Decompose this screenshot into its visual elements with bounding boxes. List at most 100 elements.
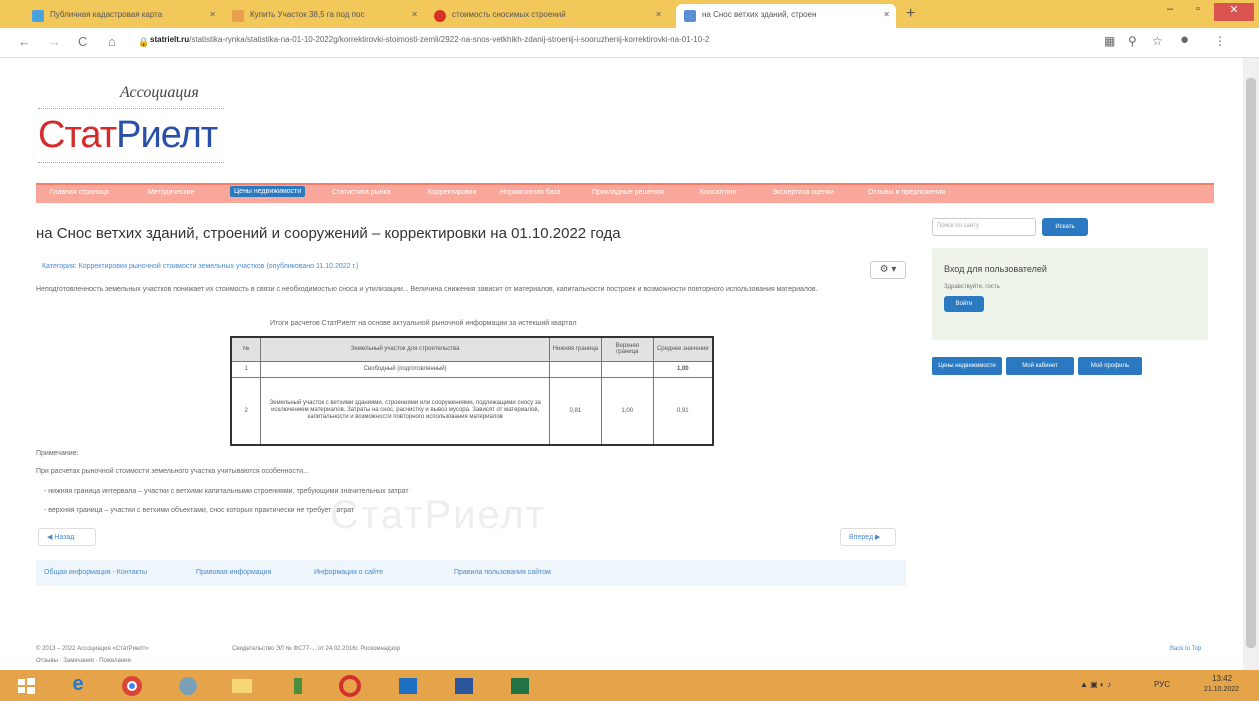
logo-divider bbox=[38, 162, 224, 166]
table-cell: 1,00 bbox=[600, 376, 654, 446]
footer-link[interactable]: Общая информация - Контакты bbox=[44, 569, 147, 576]
footer-link[interactable]: Правила пользования сайтом bbox=[454, 569, 551, 576]
prev-button[interactable]: ◀ Назад bbox=[38, 528, 96, 546]
column-header: Верхняя граница bbox=[600, 336, 654, 362]
footer-link[interactable]: Правовая информация bbox=[196, 569, 271, 576]
table-cell bbox=[600, 360, 654, 378]
site-logo[interactable]: СтатРиелт bbox=[38, 114, 218, 157]
watermark-logo: СтатРиелт bbox=[330, 493, 547, 537]
menu-item[interactable]: Нормативная база bbox=[500, 189, 561, 196]
back-button[interactable]: ← bbox=[18, 34, 31, 49]
logo-divider bbox=[38, 108, 224, 112]
table-cell: 0,81 bbox=[548, 376, 602, 446]
chrome-icon[interactable] bbox=[112, 673, 152, 699]
search-button[interactable]: Искать bbox=[1042, 218, 1088, 236]
close-tab-icon[interactable]: ✕ bbox=[209, 10, 216, 19]
close-window-button[interactable]: ✕ bbox=[1214, 3, 1254, 21]
browser-tab-bar: Публичная кадастровая карта ✕ Купить Уча… bbox=[0, 0, 1259, 28]
table-cell bbox=[548, 360, 602, 378]
menu-item[interactable]: Главная страница bbox=[50, 189, 109, 196]
table-cell: Свободный (подготовленный) bbox=[260, 360, 550, 378]
zoom-icon[interactable]: ⚲ bbox=[1128, 34, 1137, 48]
windows-start-icon[interactable] bbox=[6, 673, 46, 699]
sidebar-button-prices[interactable]: Цены недвижимости bbox=[932, 357, 1002, 375]
app-icon[interactable] bbox=[278, 673, 318, 699]
table-caption: Итоги расчетов СтатРиелт на основе актуа… bbox=[270, 320, 577, 327]
footer-link[interactable]: Информация о сайте bbox=[314, 569, 383, 576]
forward-button[interactable]: → bbox=[48, 34, 61, 49]
note-title: Примечание: bbox=[36, 450, 79, 457]
browser-tab[interactable]: Публичная кадастровая карта ✕ bbox=[24, 4, 222, 28]
language-indicator[interactable]: РУС bbox=[1154, 680, 1170, 689]
sidebar-button-profile[interactable]: Мой профиль bbox=[1078, 357, 1142, 375]
back-to-top-link[interactable]: Back to Top bbox=[1170, 646, 1201, 652]
close-tab-icon[interactable]: ✕ bbox=[655, 10, 662, 19]
article-tools-button[interactable]: ⚙ ▾ bbox=[870, 261, 906, 279]
clock-date[interactable]: 21.10.2022 bbox=[1204, 686, 1239, 693]
apps-icon[interactable]: ▦ bbox=[1104, 34, 1115, 48]
table-cell: 2 bbox=[230, 376, 262, 446]
intro-paragraph: Неподготовленность земельных участков по… bbox=[36, 286, 818, 293]
url-field[interactable]: statrielt.ru/statistika-rynka/statistika… bbox=[150, 35, 1030, 51]
menu-item[interactable]: Консалтинг bbox=[700, 189, 737, 196]
table-cell: Земельный участок с ветхими зданиями, ст… bbox=[260, 376, 550, 446]
word-icon[interactable] bbox=[444, 673, 484, 699]
page-title: на Снос ветхих зданий, строений и сооруж… bbox=[36, 225, 621, 242]
browser-tab[interactable]: Купить Участок 38,5 га под пос ✕ bbox=[224, 4, 424, 28]
table-row: 2 Земельный участок с ветхими зданиями, … bbox=[230, 376, 714, 446]
new-tab-button[interactable]: + bbox=[906, 5, 915, 23]
breadcrumb[interactable]: Категория: Корректировки рыночной стоимо… bbox=[42, 263, 358, 270]
column-header: Среднее значение bbox=[652, 336, 714, 362]
menu-item[interactable]: Экспертиза оценки bbox=[772, 189, 834, 196]
menu-item[interactable]: Методические bbox=[148, 189, 194, 196]
bottom-links-bar: Общая информация - Контакты Правовая инф… bbox=[36, 560, 906, 586]
scrollbar-thumb[interactable] bbox=[1246, 78, 1256, 648]
address-bar: ← → C ⌂ 🔒 statrielt.ru/statistika-rynka/… bbox=[0, 28, 1259, 58]
login-title: Вход для пользователей bbox=[944, 264, 1047, 274]
page-scrollbar[interactable] bbox=[1243, 58, 1259, 670]
table-row: 1 Свободный (подготовленный) 1,00 bbox=[230, 360, 714, 378]
column-header: Нижняя граница bbox=[548, 336, 602, 362]
search-input[interactable]: Поиск по сайту bbox=[932, 218, 1036, 236]
menu-item[interactable]: Корректировки bbox=[428, 189, 476, 196]
tray-icons[interactable]: ▲ ▣ ◐ ♪ bbox=[1080, 680, 1111, 689]
favicon-icon bbox=[32, 10, 44, 22]
note-text: - верхняя граница – участки с ветхими об… bbox=[44, 507, 355, 514]
reload-button[interactable]: C bbox=[78, 34, 87, 49]
media-player-icon[interactable] bbox=[168, 673, 208, 699]
table-cell: 0,91 bbox=[652, 376, 714, 446]
menu-item[interactable]: Статистика рынка bbox=[332, 189, 391, 196]
maximize-button[interactable]: ▫ bbox=[1184, 3, 1212, 21]
close-tab-icon[interactable]: ✕ bbox=[411, 10, 418, 19]
login-panel: Вход для пользователей Здравствуйте, гос… bbox=[932, 248, 1208, 340]
profile-icon[interactable]: ● bbox=[1180, 31, 1189, 48]
menu-dots-icon[interactable]: ⋮ bbox=[1214, 34, 1226, 48]
file-explorer-icon[interactable] bbox=[222, 673, 262, 699]
windows-taskbar: e ▲ ▣ ◐ ♪ РУС 13:42 21.10.2022 bbox=[0, 670, 1259, 701]
note-text: При расчетах рыночной стоимости земельно… bbox=[36, 468, 309, 475]
close-tab-icon[interactable]: ✕ bbox=[883, 10, 890, 19]
opera-icon[interactable] bbox=[330, 673, 370, 699]
logo-association-text: Ассоциация bbox=[120, 84, 199, 101]
outlook-icon[interactable] bbox=[388, 673, 428, 699]
excel-icon[interactable] bbox=[500, 673, 540, 699]
table-cell: 1,00 bbox=[652, 360, 714, 378]
bookmark-star-icon[interactable]: ☆ bbox=[1152, 34, 1163, 48]
next-button[interactable]: Вперед ▶ bbox=[840, 528, 896, 546]
coefficients-table: № Земельный участок для строительства Ни… bbox=[230, 336, 714, 446]
minimize-button[interactable]: – bbox=[1156, 3, 1184, 21]
menu-item-active[interactable]: Цены недвижимости bbox=[230, 186, 306, 197]
login-button[interactable]: Войти bbox=[944, 296, 984, 312]
favicon-icon bbox=[434, 10, 446, 22]
footer-feedback-link[interactable]: Отзывы · Замечания · Пожелания bbox=[36, 658, 131, 664]
sidebar-button-cabinet[interactable]: Мой кабинет bbox=[1006, 357, 1074, 375]
browser-tab-active[interactable]: на Снос ветхих зданий, строен ✕ bbox=[676, 4, 896, 28]
internet-explorer-icon[interactable]: e bbox=[58, 673, 98, 699]
home-button[interactable]: ⌂ bbox=[108, 34, 116, 49]
clock-time[interactable]: 13:42 bbox=[1212, 674, 1232, 683]
footer-copyright: © 2013 – 2022 Ассоциация «СтатРиелт» bbox=[36, 646, 149, 652]
menu-item[interactable]: Отзывы и предложения bbox=[868, 189, 945, 196]
table-cell: 1 bbox=[230, 360, 262, 378]
browser-tab[interactable]: стоимость сносимых строений ✕ bbox=[426, 4, 668, 28]
menu-item[interactable]: Прикладные решения bbox=[592, 189, 664, 196]
